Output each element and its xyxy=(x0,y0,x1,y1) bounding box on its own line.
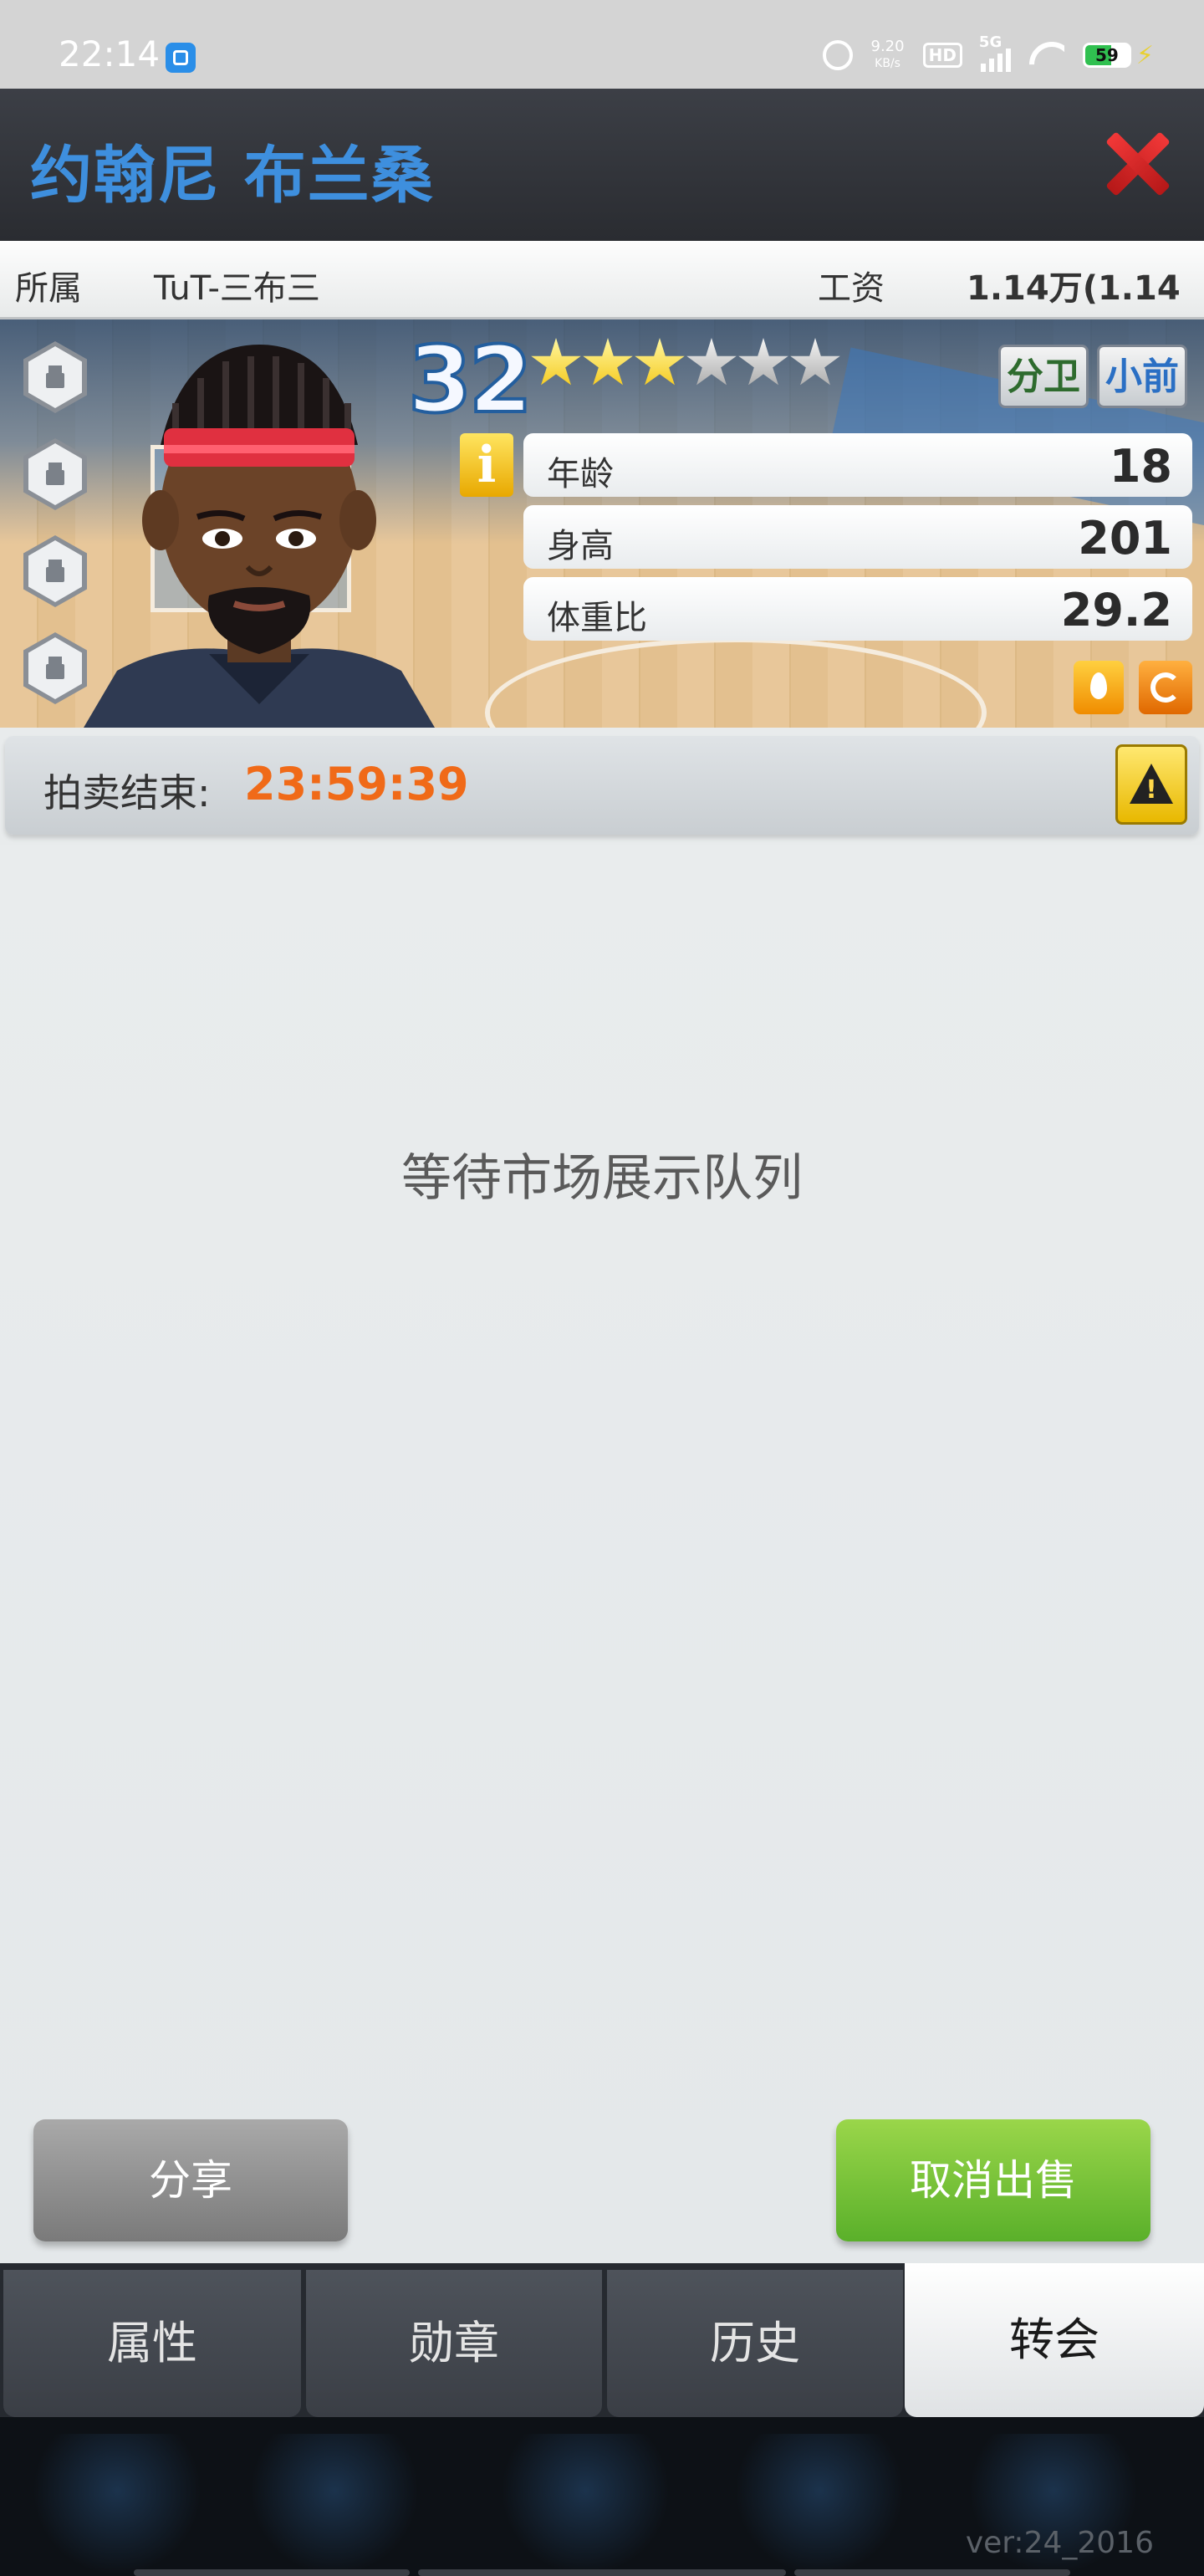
court-line xyxy=(485,637,987,728)
stat-row-age: 年龄 18 xyxy=(523,433,1192,497)
stat-value: 29.2 xyxy=(1060,584,1172,636)
nav-indicator xyxy=(134,2569,410,2576)
battery-icon: 59 ⚡ xyxy=(1082,40,1154,70)
nav-market-icon[interactable] xyxy=(736,2434,903,2576)
stat-label: 体重比 xyxy=(547,599,647,637)
network-speed: 9.20 KB/s xyxy=(870,38,905,71)
star-filled-icon xyxy=(583,338,633,386)
hd-icon: HD xyxy=(922,43,962,68)
status-icons: 9.20 KB/s HD 5G 59 ⚡ xyxy=(822,33,1154,72)
waiting-message: 等待市场展示队列 xyxy=(401,1149,803,1208)
tab-attributes[interactable]: 属性 xyxy=(3,2270,301,2417)
stat-value: 201 xyxy=(1078,512,1172,565)
nav-money-icon[interactable] xyxy=(251,2434,418,2576)
position-badge-primary: 分卫 xyxy=(998,345,1089,408)
refresh-icon[interactable] xyxy=(1139,661,1192,714)
close-icon[interactable] xyxy=(1104,130,1171,197)
position-badge-secondary: 小前 xyxy=(1097,345,1187,408)
nav-team-icon[interactable] xyxy=(502,2434,669,2576)
star-empty-icon xyxy=(738,338,788,386)
main-content xyxy=(0,845,1204,2267)
auction-label: 拍卖结束: xyxy=(43,770,211,815)
star-filled-icon xyxy=(635,338,685,386)
info-row: 所属 TuT-三布三 工资 1.14万(1.14万) xyxy=(0,241,1204,356)
player-banner: 32 分卫 小前 i 年龄 18 身高 201 体重比 29.2 xyxy=(0,319,1204,728)
player-name: 约翰尼 布兰桑 xyxy=(30,140,435,212)
game-footer: ver:24_2016 xyxy=(0,2417,1204,2576)
nav-shirt-icon[interactable] xyxy=(33,2434,201,2576)
salary-label: 工资 xyxy=(818,269,885,308)
stat-row-weight: 体重比 29.2 xyxy=(523,577,1192,641)
network-type: 5G xyxy=(978,33,1002,51)
status-bar: 22:14 9.20 KB/s HD 5G 59 ⚡ xyxy=(0,0,1204,89)
star-empty-icon xyxy=(686,338,737,386)
alarm-icon xyxy=(822,40,853,70)
player-avatar xyxy=(84,345,435,728)
team-value: TuT-三布三 xyxy=(154,269,320,308)
charging-icon: ⚡ xyxy=(1135,40,1154,70)
share-button[interactable]: 分享 xyxy=(33,2119,348,2241)
star-empty-icon xyxy=(790,338,840,386)
wifi-icon xyxy=(1029,42,1064,69)
lock-icon[interactable] xyxy=(23,438,87,510)
player-rating: 32 xyxy=(406,325,534,435)
star-filled-icon xyxy=(531,338,581,386)
warning-icon[interactable] xyxy=(1115,744,1187,825)
version-label: ver:24_2016 xyxy=(965,2526,1154,2560)
nav-indicator xyxy=(418,2569,786,2576)
tab-transfer[interactable]: 转会 xyxy=(905,2263,1204,2417)
battery-level: 59 xyxy=(1095,45,1119,65)
flame-icon[interactable] xyxy=(1074,661,1124,714)
tab-badges[interactable]: 勋章 xyxy=(306,2270,602,2417)
stat-value: 18 xyxy=(1109,440,1172,493)
tab-history[interactable]: 历史 xyxy=(607,2270,903,2417)
stat-row-height: 身高 201 xyxy=(523,505,1192,569)
nav-indicator xyxy=(794,2569,1070,2576)
lock-icon[interactable] xyxy=(23,535,87,607)
stat-label: 身高 xyxy=(547,527,614,565)
tab-bar: 属性 勋章 历史 转会 xyxy=(0,2263,1204,2417)
auction-timer: 23:59:39 xyxy=(244,758,469,810)
stat-label: 年龄 xyxy=(547,455,614,493)
star-rating xyxy=(530,338,841,390)
lock-icon[interactable] xyxy=(23,341,87,413)
signal-icon: 5G xyxy=(979,33,1011,72)
title-bar: 约翰尼 布兰桑 xyxy=(0,89,1204,241)
status-time: 22:14 xyxy=(59,33,161,74)
app-notification-icon xyxy=(166,43,196,73)
auction-bar: 拍卖结束: 23:59:39 xyxy=(5,736,1199,835)
info-icon[interactable]: i xyxy=(460,433,513,497)
cancel-sale-button[interactable]: 取消出售 xyxy=(836,2119,1150,2241)
lock-icon[interactable] xyxy=(23,632,87,704)
team-label: 所属 xyxy=(15,269,82,308)
